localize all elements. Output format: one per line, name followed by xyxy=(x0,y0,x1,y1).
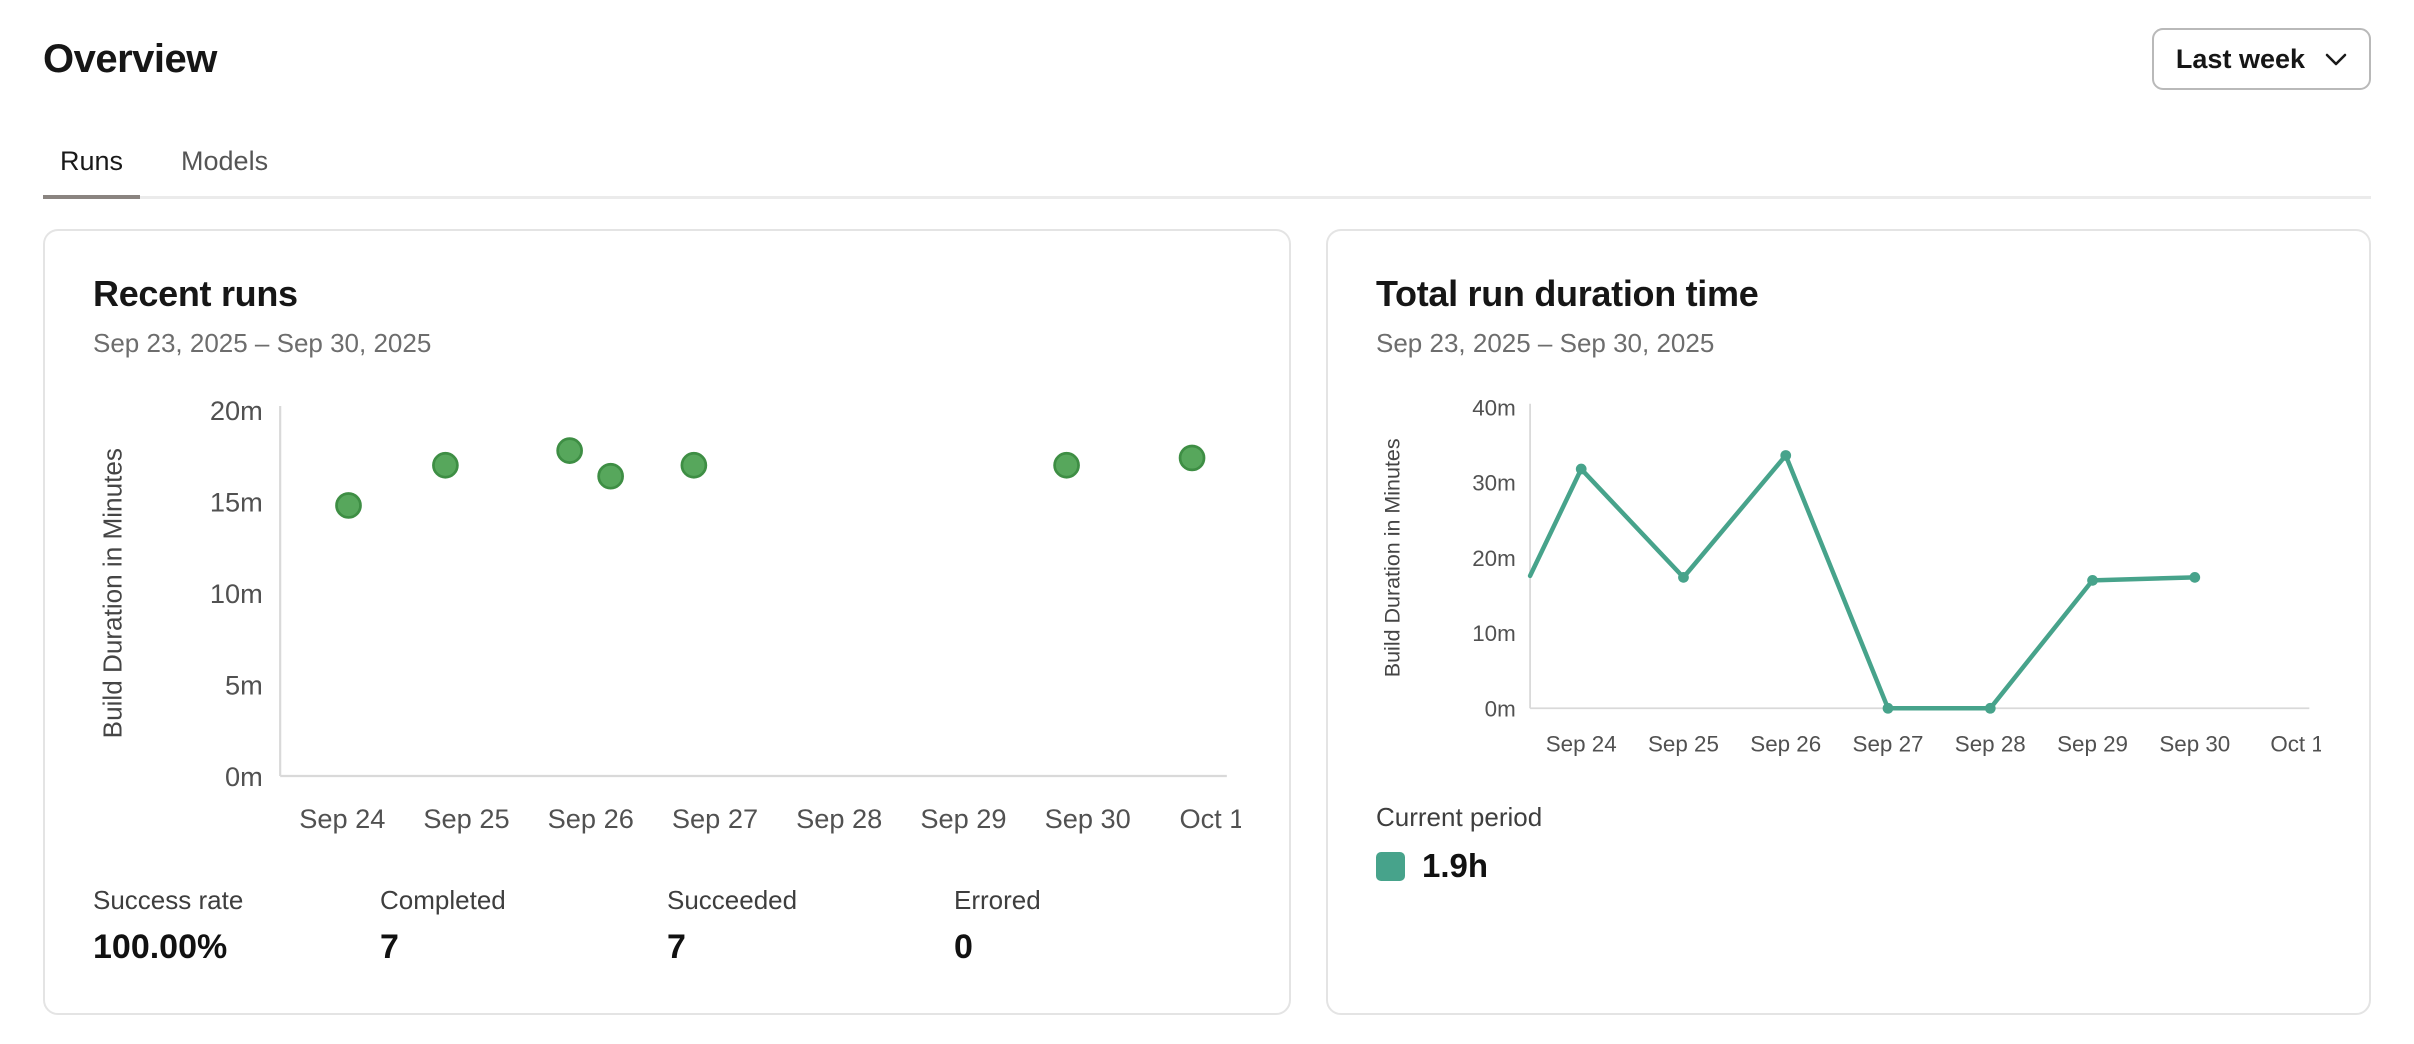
svg-text:Sep 24: Sep 24 xyxy=(299,803,385,834)
svg-text:Sep 30: Sep 30 xyxy=(1045,803,1131,834)
svg-text:30m: 30m xyxy=(1472,471,1516,496)
stat-label: Succeeded xyxy=(667,885,954,916)
total-run-duration-card: Total run duration time Sep 23, 2025 – S… xyxy=(1326,229,2371,1015)
svg-text:0m: 0m xyxy=(225,761,263,792)
svg-text:15m: 15m xyxy=(210,487,263,518)
svg-text:Oct 1: Oct 1 xyxy=(1179,803,1241,834)
recent-runs-date-range: Sep 23, 2025 – Sep 30, 2025 xyxy=(93,328,1241,359)
stat-errored: Errored 0 xyxy=(954,885,1241,967)
stat-success-rate: Success rate 100.00% xyxy=(93,885,380,967)
svg-text:Sep 30: Sep 30 xyxy=(2159,731,2230,756)
stat-label: Completed xyxy=(380,885,667,916)
svg-text:20m: 20m xyxy=(210,395,263,426)
legend-row: 1.9h xyxy=(1376,847,2321,885)
svg-text:Oct 1: Oct 1 xyxy=(2270,731,2321,756)
svg-text:Build Duration in Minutes: Build Duration in Minutes xyxy=(97,448,127,738)
cards-row: Recent runs Sep 23, 2025 – Sep 30, 2025 … xyxy=(43,229,2371,1015)
stat-value: 100.00% xyxy=(93,928,380,967)
svg-text:Sep 26: Sep 26 xyxy=(1750,731,1821,756)
svg-text:20m: 20m xyxy=(1472,546,1516,571)
recent-runs-scatter-chart: 0m 5m 10m 15m 20m Sep 24 Sep 25 Sep 26 Sep 27 Sep… xyxy=(93,393,1241,861)
tab-bar: Runs Models xyxy=(43,146,2371,199)
svg-text:Sep 27: Sep 27 xyxy=(672,803,758,834)
tab-models[interactable]: Models xyxy=(164,146,285,199)
stat-completed: Completed 7 xyxy=(380,885,667,967)
svg-text:Sep 29: Sep 29 xyxy=(920,803,1006,834)
legend-swatch xyxy=(1376,852,1405,881)
svg-text:Build Duration in Minutes: Build Duration in Minutes xyxy=(1380,438,1404,677)
page-title: Overview xyxy=(43,37,217,82)
stat-value: 7 xyxy=(380,928,667,967)
stat-value: 7 xyxy=(667,928,954,967)
svg-text:10m: 10m xyxy=(1472,621,1516,646)
legend-label: Current period xyxy=(1376,802,2321,833)
recent-runs-card: Recent runs Sep 23, 2025 – Sep 30, 2025 … xyxy=(43,229,1291,1015)
svg-text:Sep 29: Sep 29 xyxy=(2057,731,2128,756)
stat-succeeded: Succeeded 7 xyxy=(667,885,954,967)
recent-runs-title: Recent runs xyxy=(93,273,1241,315)
stat-label: Success rate xyxy=(93,885,380,916)
period-selector-label: Last week xyxy=(2176,44,2305,75)
legend-value: 1.9h xyxy=(1422,847,1488,885)
svg-text:Sep 28: Sep 28 xyxy=(1955,731,2026,756)
svg-text:5m: 5m xyxy=(225,669,263,700)
page-header: Overview Last week xyxy=(43,28,2371,90)
overview-page: Overview Last week Runs Models Recent ru… xyxy=(0,0,2414,1015)
total-run-duration-line-chart: 0m 10m 20m 30m 40m Sep 24 Sep 25 Sep 26 Sep 27 Se… xyxy=(1376,393,2321,778)
svg-text:40m: 40m xyxy=(1472,395,1516,420)
total-run-duration-title: Total run duration time xyxy=(1376,273,2321,315)
stat-value: 0 xyxy=(954,928,1241,967)
stat-label: Errored xyxy=(954,885,1241,916)
period-selector-dropdown[interactable]: Last week xyxy=(2152,28,2371,90)
svg-text:Sep 24: Sep 24 xyxy=(1546,731,1617,756)
svg-text:Sep 25: Sep 25 xyxy=(1648,731,1719,756)
svg-text:Sep 27: Sep 27 xyxy=(1853,731,1924,756)
svg-text:Sep 25: Sep 25 xyxy=(423,803,509,834)
tab-runs[interactable]: Runs xyxy=(43,146,140,199)
svg-text:Sep 26: Sep 26 xyxy=(548,803,634,834)
svg-text:10m: 10m xyxy=(210,578,263,609)
total-run-duration-date-range: Sep 23, 2025 – Sep 30, 2025 xyxy=(1376,328,2321,359)
svg-text:0m: 0m xyxy=(1485,696,1516,721)
svg-text:Sep 28: Sep 28 xyxy=(796,803,882,834)
recent-runs-stats: Success rate 100.00% Completed 7 Succeed… xyxy=(93,885,1241,967)
chevron-down-icon xyxy=(2325,53,2347,66)
